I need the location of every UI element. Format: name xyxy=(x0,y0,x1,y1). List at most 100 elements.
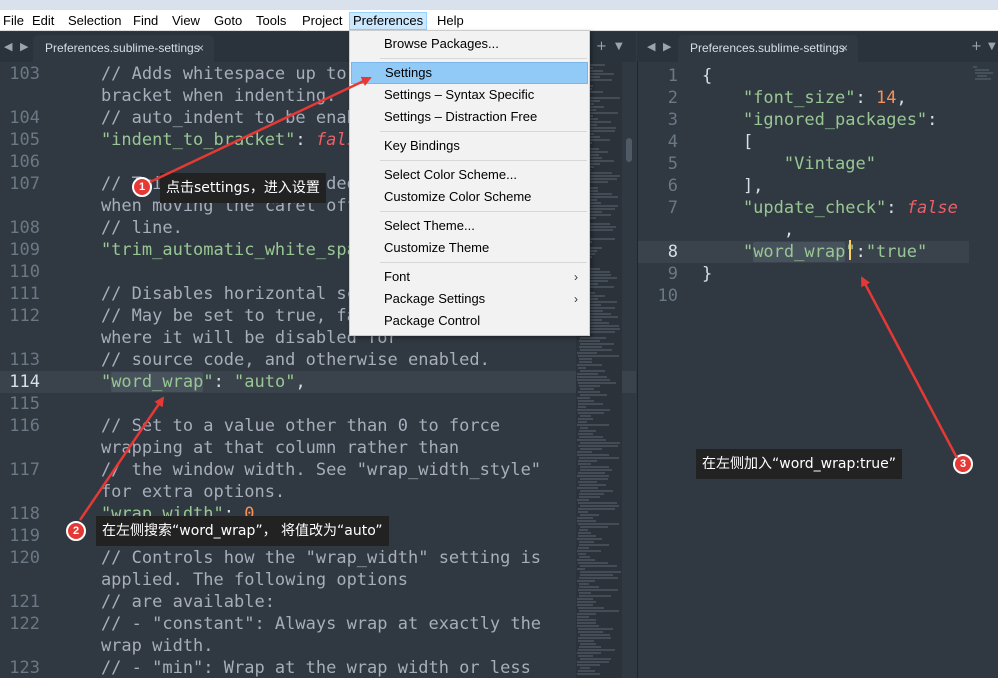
annotation-callout-2: 在左侧搜索“word_wrap”， 将值改为“auto” xyxy=(96,516,389,546)
tab-preferences-right[interactable]: Preferences.sublime-settings × xyxy=(678,35,858,62)
annotation-text: 在左侧搜索“word_wrap”， 将值改为“auto” xyxy=(102,523,383,539)
code-line: { xyxy=(702,65,712,87)
code-line: where it will be disabled for xyxy=(60,327,398,349)
menu-project[interactable]: Project xyxy=(299,12,345,30)
code-line: // source code, and otherwise enabled. xyxy=(60,349,490,371)
menu-item-select-theme[interactable]: Select Theme... xyxy=(351,215,588,237)
menu-item-settings-distraction-free[interactable]: Settings – Distraction Free xyxy=(351,106,588,128)
close-icon[interactable]: × xyxy=(197,35,204,62)
annotation-badge-3: 3 xyxy=(953,454,973,474)
line-number: 7 xyxy=(667,198,678,218)
menu-goto[interactable]: Goto xyxy=(211,12,245,30)
code-line: [ xyxy=(702,131,753,153)
menu-item-label: Settings – Distraction Free xyxy=(384,109,538,124)
new-tab-plus-icon[interactable]: + xyxy=(971,39,982,54)
line-number: 8 xyxy=(667,242,678,262)
tab-nav-arrows-icon[interactable]: ◀ ▶ xyxy=(647,40,673,53)
code-token: , xyxy=(896,88,907,108)
line-number: 3 xyxy=(667,110,678,130)
code-line: // Set to a value other than 0 to force xyxy=(60,415,500,437)
menu-item-customize-color-scheme[interactable]: Customize Color Scheme xyxy=(351,186,588,208)
code-line: wrap width. xyxy=(60,635,214,657)
code-line: } xyxy=(702,263,712,285)
minimap[interactable] xyxy=(969,62,998,678)
line-number: 105 xyxy=(9,130,40,150)
menu-find[interactable]: Find xyxy=(130,12,161,30)
menu-item-select-color-scheme[interactable]: Select Color Scheme... xyxy=(351,164,588,186)
menu-item-key-bindings[interactable]: Key Bindings xyxy=(351,135,588,157)
annotation-badge-1: 1 xyxy=(132,177,152,197)
code-token: : xyxy=(855,88,877,108)
chevron-right-icon: › xyxy=(574,270,578,284)
menu-help[interactable]: Help xyxy=(434,12,467,30)
menu-item-settings[interactable]: Settings xyxy=(351,62,588,84)
menu-selection[interactable]: Selection xyxy=(65,12,124,30)
line-number: 115 xyxy=(9,394,40,414)
code-line: // line. xyxy=(60,217,183,239)
tab-list-dropdown-icon[interactable]: ▼ xyxy=(615,41,623,52)
menu-tools[interactable]: Tools xyxy=(253,12,289,30)
code-token: } xyxy=(702,264,713,284)
menu-edit[interactable]: Edit xyxy=(29,12,57,30)
scrollbar-thumb[interactable] xyxy=(626,138,632,162)
menu-item-label: Customize Color Scheme xyxy=(384,189,532,204)
menu-item-customize-theme[interactable]: Customize Theme xyxy=(351,237,588,259)
line-number: 6 xyxy=(667,176,678,196)
code-token: ], xyxy=(702,176,764,196)
menu-item-label: Select Theme... xyxy=(384,218,475,233)
code-token: // the window width. See "wrap_width_sty… xyxy=(60,460,542,480)
code-token: word_wrap xyxy=(111,372,204,392)
menu-view[interactable]: View xyxy=(169,12,203,30)
code-token: [ xyxy=(702,132,754,152)
line-number-gutter: 1 2 3 4 5 6 7 8 9 10 xyxy=(638,62,678,678)
line-number: 114 xyxy=(9,372,40,392)
code-line: "update_check": false xyxy=(702,197,958,219)
menu-bar: File Edit Selection Find View Goto Tools… xyxy=(0,10,998,31)
preferences-dropdown-menu: Browse Packages... Settings Settings – Syn… xyxy=(349,30,590,336)
code-area[interactable]: { "font_size": 14, "ignored_packages": [… xyxy=(702,62,998,678)
code-token: // source code, and otherwise enabled. xyxy=(60,350,490,370)
code-line: // auto_indent to be enabled xyxy=(60,107,388,129)
menu-preferences[interactable]: Preferences xyxy=(349,12,428,30)
code-token: // May be set to true, false xyxy=(60,306,388,326)
line-number: 121 xyxy=(9,592,40,612)
line-number: 1 xyxy=(667,66,678,86)
code-line: // Controls how the "wrap_width" setting… xyxy=(60,547,541,569)
menu-item-package-control[interactable]: Package Control xyxy=(351,310,588,332)
menu-item-browse-packages[interactable]: Browse Packages... xyxy=(351,33,588,55)
code-token: word_wrap xyxy=(753,242,846,262)
code-token: : xyxy=(927,110,938,130)
tab-list-dropdown-icon[interactable]: ▼ xyxy=(988,41,996,52)
code-token: : xyxy=(213,372,235,392)
code-line: // - "constant": Always wrap at exactly … xyxy=(60,613,541,635)
code-token: 14 xyxy=(876,88,897,108)
code-line: "Vintage" xyxy=(702,153,876,175)
menu-item-settings-syntax-specific[interactable]: Settings – Syntax Specific xyxy=(351,84,588,106)
code-line: ], xyxy=(702,175,763,197)
code-token: "ignored_packages" xyxy=(702,110,928,130)
line-number: 109 xyxy=(9,240,40,260)
code-token: // Adds whitespace up to the xyxy=(60,64,388,84)
menu-item-label: Key Bindings xyxy=(384,138,460,153)
menu-separator xyxy=(380,131,587,132)
line-number: 119 xyxy=(9,526,40,546)
new-tab-plus-icon[interactable]: + xyxy=(596,39,607,54)
menu-item-font[interactable]: Font › xyxy=(351,266,588,288)
menu-separator xyxy=(380,58,587,59)
line-number: 111 xyxy=(9,284,40,304)
menu-item-package-settings[interactable]: Package Settings › xyxy=(351,288,588,310)
line-number: 123 xyxy=(9,658,40,678)
code-line: // the window width. See "wrap_width_sty… xyxy=(60,459,541,481)
code-token: : xyxy=(855,242,866,262)
close-icon[interactable]: × xyxy=(841,35,848,62)
tab-nav-arrows-icon[interactable]: ◀ ▶ xyxy=(4,40,30,53)
line-number: 5 xyxy=(667,154,678,174)
code-token: // are available: xyxy=(60,592,275,612)
code-token: " xyxy=(60,372,112,392)
code-line: , xyxy=(702,219,794,241)
tab-preferences-left[interactable]: Preferences.sublime-settings × xyxy=(33,35,214,62)
menu-file[interactable]: File xyxy=(0,12,27,30)
line-number: 106 xyxy=(9,152,40,172)
code-token: "indent_to_bracket" xyxy=(60,130,296,150)
right-editor-pane[interactable]: 1 2 3 4 5 6 7 8 9 10 { "font_size": 14, "ignored_… xyxy=(637,62,998,678)
